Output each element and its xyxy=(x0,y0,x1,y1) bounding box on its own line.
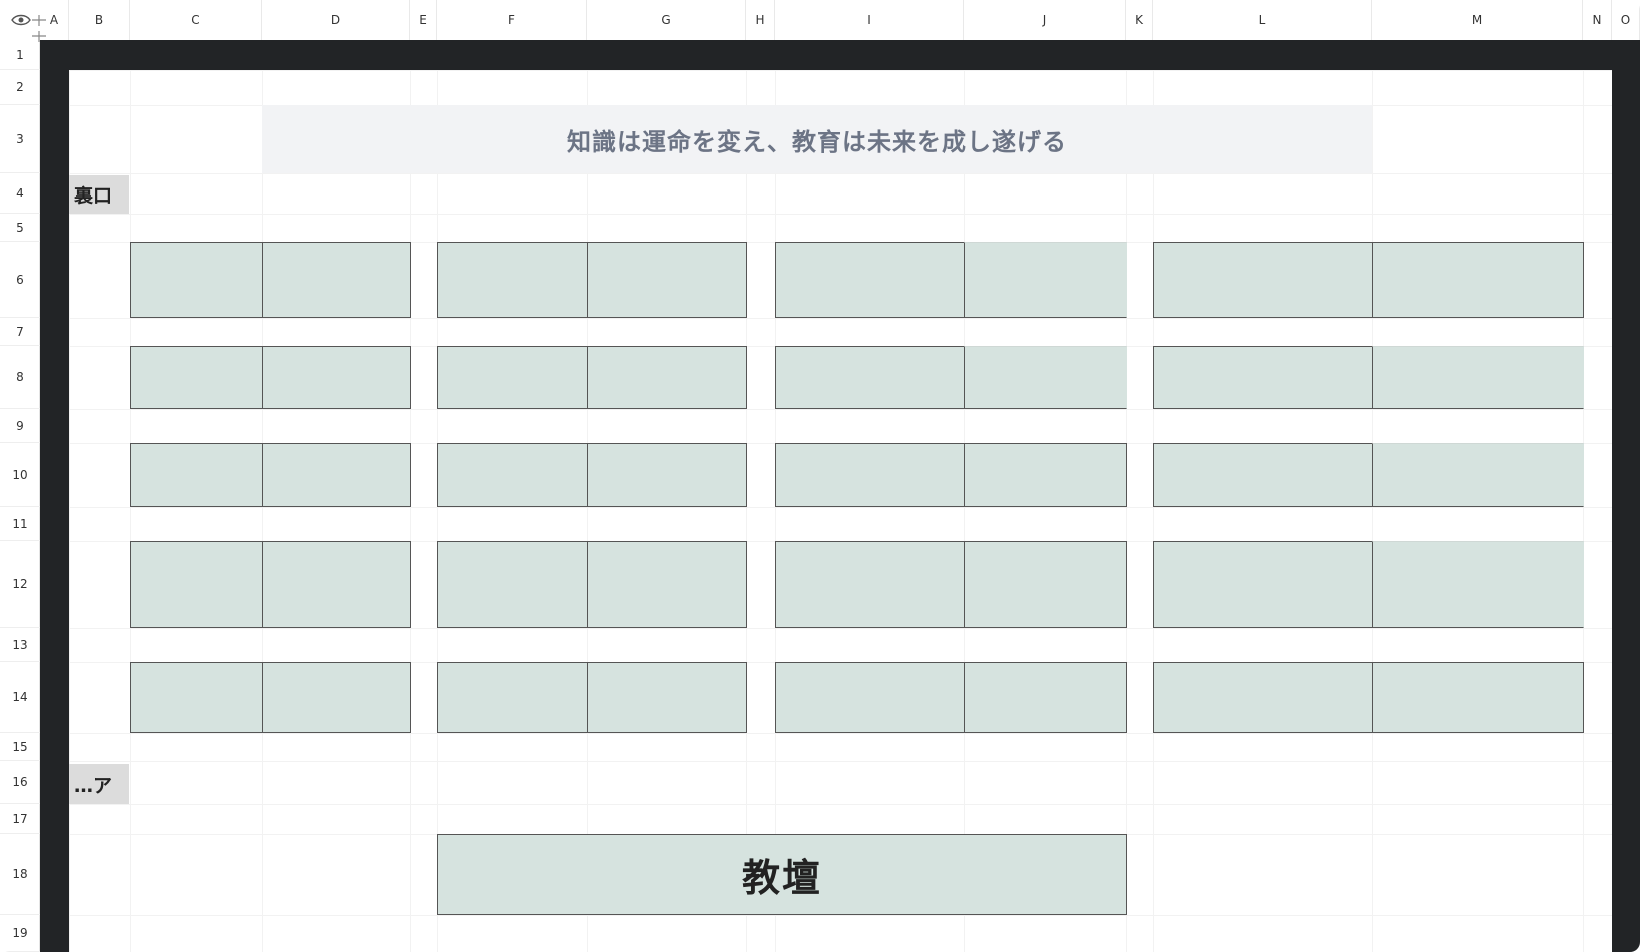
gridline xyxy=(40,318,1640,319)
desk-cell[interactable] xyxy=(587,662,747,733)
desk-cell[interactable] xyxy=(437,443,588,507)
row-header[interactable]: 5 xyxy=(0,214,40,242)
gridline xyxy=(40,761,1640,762)
desk-cell[interactable] xyxy=(775,242,965,318)
column-header[interactable]: I xyxy=(775,0,964,40)
row-header[interactable]: 19 xyxy=(0,915,40,952)
desk-cell[interactable] xyxy=(775,443,965,507)
column-header[interactable]: M xyxy=(1372,0,1583,40)
row-header[interactable]: 18 xyxy=(0,834,40,915)
desk-cell[interactable] xyxy=(587,346,747,409)
column-header[interactable]: E xyxy=(410,0,437,40)
front-door-label[interactable]: …ア xyxy=(69,764,129,804)
desk-cell[interactable] xyxy=(437,242,588,318)
desk-cell[interactable] xyxy=(1153,443,1373,507)
column-header[interactable]: G xyxy=(587,0,746,40)
row-header[interactable]: 4 xyxy=(0,173,40,214)
column-header[interactable]: A xyxy=(40,0,69,40)
gridline xyxy=(40,507,1640,508)
row-header[interactable]: 16 xyxy=(0,761,40,804)
column-header[interactable]: L xyxy=(1153,0,1372,40)
desk-cell[interactable] xyxy=(1153,242,1373,318)
row-header[interactable]: 13 xyxy=(0,628,40,662)
row-header[interactable]: 9 xyxy=(0,409,40,443)
desk-cell[interactable] xyxy=(964,662,1127,733)
gridline xyxy=(40,173,1640,174)
row-header[interactable]: 1 xyxy=(0,40,40,70)
desk-cell[interactable] xyxy=(964,346,1127,409)
row-header[interactable]: 6 xyxy=(0,242,40,318)
desk-cell[interactable] xyxy=(1153,541,1373,628)
gridline xyxy=(40,214,1640,215)
podium[interactable]: 教壇 xyxy=(437,834,1127,915)
desk-cell[interactable] xyxy=(1372,346,1584,409)
eye-icon[interactable] xyxy=(11,13,31,27)
desk-cell[interactable] xyxy=(262,662,411,733)
column-header[interactable]: F xyxy=(437,0,587,40)
gridline xyxy=(40,733,1640,734)
desk-cell[interactable] xyxy=(775,662,965,733)
desk-cell[interactable] xyxy=(1153,662,1373,733)
desk-cell[interactable] xyxy=(587,443,747,507)
desk-cell[interactable] xyxy=(437,662,588,733)
gridline xyxy=(40,804,1640,805)
desk-cell[interactable] xyxy=(1153,346,1373,409)
column-header[interactable]: O xyxy=(1612,0,1640,40)
column-header[interactable]: K xyxy=(1126,0,1153,40)
column-header[interactable]: C xyxy=(130,0,262,40)
frame-left xyxy=(40,70,69,952)
desk-cell[interactable] xyxy=(437,346,588,409)
desk-cell[interactable] xyxy=(130,443,263,507)
desk-cell[interactable] xyxy=(964,443,1127,507)
row-header[interactable]: 15 xyxy=(0,733,40,761)
desk-cell[interactable] xyxy=(130,662,263,733)
gridline xyxy=(40,409,1640,410)
row-header[interactable]: 10 xyxy=(0,443,40,507)
desk-cell[interactable] xyxy=(775,346,965,409)
gridline xyxy=(40,70,1640,71)
row-header[interactable]: 12 xyxy=(0,541,40,628)
column-header[interactable]: D xyxy=(262,0,410,40)
row-header[interactable]: 11 xyxy=(0,507,40,541)
row-header[interactable]: 8 xyxy=(0,346,40,409)
row-header[interactable]: 17 xyxy=(0,804,40,834)
desk-cell[interactable] xyxy=(964,242,1127,318)
desk-cell[interactable] xyxy=(437,541,588,628)
desk-cell[interactable] xyxy=(130,242,263,318)
spreadsheet: ABCDEFGHIJKLMNO 1 2 3 4 5 6 7 8 9 10 11 12 13 14 15 16 1… xyxy=(0,0,1640,952)
banner-slogan[interactable]: 知識は運命を変え、教育は未来を成し遂げる xyxy=(262,105,1372,173)
desk-cell[interactable] xyxy=(1372,443,1584,507)
desk-cell[interactable] xyxy=(1372,242,1584,318)
desk-cell[interactable] xyxy=(262,346,411,409)
column-header[interactable]: B xyxy=(69,0,130,40)
row-header[interactable]: 2 xyxy=(0,70,40,105)
row-header[interactable]: 3 xyxy=(0,105,40,173)
desk-cell[interactable] xyxy=(262,541,411,628)
frame-right xyxy=(1612,70,1640,952)
column-header[interactable]: H xyxy=(746,0,775,40)
row-header[interactable]: 14 xyxy=(0,662,40,733)
desk-cell[interactable] xyxy=(262,242,411,318)
desk-cell[interactable] xyxy=(587,541,747,628)
desk-cell[interactable] xyxy=(587,242,747,318)
desk-cell[interactable] xyxy=(130,346,263,409)
gridline xyxy=(40,628,1640,629)
back-door-label[interactable]: 裏口 xyxy=(69,175,129,214)
desk-cell[interactable] xyxy=(130,541,263,628)
column-header[interactable]: N xyxy=(1583,0,1612,40)
frame-top xyxy=(40,40,1640,70)
desk-cell[interactable] xyxy=(1372,541,1584,628)
desk-cell[interactable] xyxy=(1372,662,1584,733)
gridline xyxy=(40,915,1640,916)
desk-cell[interactable] xyxy=(262,443,411,507)
desk-cell[interactable] xyxy=(964,541,1127,628)
column-header[interactable]: J xyxy=(964,0,1126,40)
row-header[interactable]: 7 xyxy=(0,318,40,346)
desk-cell[interactable] xyxy=(775,541,965,628)
